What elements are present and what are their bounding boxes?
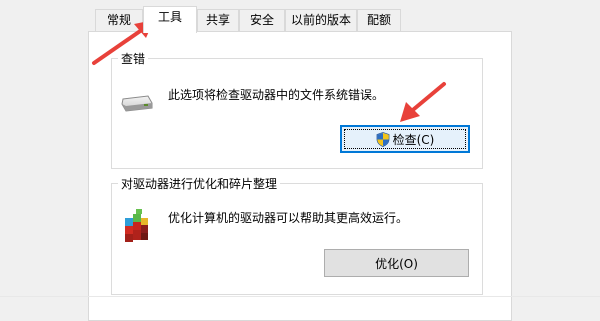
optimize-description: 优化计算机的驱动器可以帮助其更高效运行。 (168, 211, 409, 225)
optimize-button[interactable]: 优化(O) (324, 249, 469, 277)
properties-dialog: 常规 工具 共享 安全 以前的版本 配额 查错 此选项将检查驱动器中的文件系统错… (0, 0, 600, 321)
tab-previous-versions[interactable]: 以前的版本 (285, 9, 357, 31)
check-button-label: 检查(C) (392, 132, 435, 147)
optimize-button-label: 优化(O) (375, 256, 418, 271)
tab-tools[interactable]: 工具 (143, 6, 197, 33)
tools-panel: 查错 此选项将检查驱动器中的文件系统错误。 检查(C) 对驱动器进行优化和碎片整… (88, 31, 512, 321)
defrag-icon (122, 208, 152, 246)
tab-quota[interactable]: 配额 (357, 9, 401, 31)
tab-security[interactable]: 安全 (239, 9, 285, 31)
check-button[interactable]: 检查(C) (340, 125, 470, 153)
error-check-description: 此选项将检查驱动器中的文件系统错误。 (168, 88, 385, 102)
optimize-title: 对驱动器进行优化和碎片整理 (118, 175, 281, 192)
drive-icon (120, 93, 154, 115)
tab-strip: 常规 工具 共享 安全 以前的版本 配额 (95, 6, 515, 33)
tab-sharing[interactable]: 共享 (197, 9, 239, 31)
divider (0, 296, 600, 297)
optimize-group: 对驱动器进行优化和碎片整理 优化计算机的驱动器可以帮助其更高效运行。 优化(O) (111, 175, 483, 295)
uac-shield-icon (376, 131, 390, 147)
